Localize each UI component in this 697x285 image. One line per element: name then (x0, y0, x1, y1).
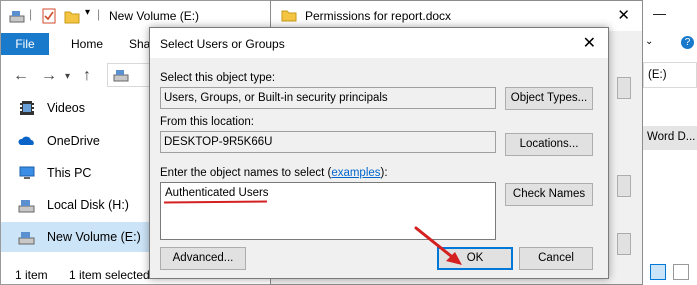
sidebar-item-label: Local Disk (H:) (47, 198, 129, 212)
sidebar-item-label: This PC (47, 166, 92, 180)
location-label: From this location: (160, 116, 254, 128)
minimize-icon[interactable]: — (653, 6, 666, 21)
tab-home[interactable]: Home (71, 33, 103, 55)
up-arrow-icon[interactable]: ↑ (83, 67, 91, 85)
properties-icon[interactable] (41, 8, 57, 24)
location-field: DESKTOP-9R5K66U (160, 131, 496, 153)
drive-icon (9, 11, 25, 23)
drive-icon (18, 200, 35, 213)
new-folder-icon[interactable] (64, 8, 80, 24)
help-icon[interactable]: ? (681, 36, 694, 49)
sidebar-item-new-volume[interactable]: New Volume (E:) (1, 222, 149, 252)
back-arrow-icon[interactable]: ← (13, 67, 29, 85)
close-icon[interactable]: ✕ (617, 6, 630, 24)
titlebar-separator: | (29, 7, 33, 21)
object-type-field: Users, Groups, or Built-in security prin… (160, 87, 496, 109)
file-type-cell: Word D... (647, 131, 696, 143)
customize-toolbar-icon[interactable]: ▾ (85, 7, 90, 18)
search-box-partial[interactable]: (E:) (643, 62, 697, 88)
advanced-button[interactable]: Advanced... (160, 247, 246, 270)
onedrive-icon (18, 136, 34, 145)
large-icons-view-icon[interactable] (673, 264, 689, 280)
annotation-arrow-icon (414, 226, 462, 265)
examples-link[interactable]: examples (331, 167, 380, 179)
sidebar-item-onedrive[interactable]: OneDrive (1, 126, 149, 156)
object-types-button[interactable]: Object Types... (505, 87, 593, 110)
close-icon[interactable]: ✕ (583, 33, 596, 53)
drive-icon (113, 70, 129, 82)
titlebar-separator: | (97, 7, 101, 21)
check-names-button[interactable]: Check Names (505, 183, 593, 206)
partial-button[interactable] (617, 175, 631, 197)
object-names-value: Authenticated Users (165, 187, 269, 199)
sidebar-item-videos[interactable]: Videos (1, 93, 149, 123)
select-users-dialog: Select Users or Groups ✕ Select this obj… (149, 27, 609, 279)
navigation-pane: Videos OneDrive This PC Local Disk (H:) … (1, 91, 149, 261)
dialog-titlebar: Select Users or Groups ✕ (150, 28, 608, 58)
object-names-label-prefix: Enter the object names to select ( (160, 167, 332, 179)
sidebar-item-label: New Volume (E:) (47, 230, 141, 244)
address-partial-label: (E:) (648, 69, 667, 81)
sidebar-item-label: OneDrive (47, 134, 100, 148)
item-count: 1 item (15, 268, 48, 282)
permissions-title: Permissions for report.docx (305, 9, 452, 23)
tab-share[interactable]: Sha (129, 33, 150, 55)
file-row-partial[interactable]: Word D... (643, 126, 697, 150)
dialog-title: Select Users or Groups (160, 37, 285, 51)
video-folder-icon (20, 101, 34, 115)
explorer-title: New Volume (E:) (109, 9, 200, 23)
object-names-label: Enter the object names to select (exampl… (160, 167, 388, 179)
ribbon-expand-icon[interactable]: ⌄ (645, 36, 653, 47)
selected-count: 1 item selected (69, 268, 150, 282)
explorer-right-strip: — ⌄ ? (E:) Word D... (643, 0, 697, 285)
tab-file[interactable]: File (1, 33, 49, 55)
details-view-icon[interactable] (650, 264, 666, 280)
sidebar-item-label: Videos (47, 101, 85, 115)
annotation-underline (163, 200, 268, 204)
object-type-label: Select this object type: (160, 72, 276, 84)
address-bar[interactable] (107, 63, 151, 87)
recent-locations-icon[interactable]: ▾ (65, 71, 70, 82)
locations-button[interactable]: Locations... (505, 133, 593, 156)
drive-icon (18, 232, 35, 245)
folder-icon (281, 10, 297, 22)
sidebar-item-local-disk[interactable]: Local Disk (H:) (1, 190, 149, 220)
partial-button[interactable] (617, 77, 631, 99)
partial-button[interactable] (617, 233, 631, 255)
object-names-label-suffix: ): (380, 167, 388, 179)
forward-arrow-icon[interactable]: → (41, 67, 57, 85)
sidebar-item-this-pc[interactable]: This PC (1, 158, 149, 188)
cancel-button[interactable]: Cancel (519, 247, 593, 270)
computer-icon (19, 166, 35, 179)
